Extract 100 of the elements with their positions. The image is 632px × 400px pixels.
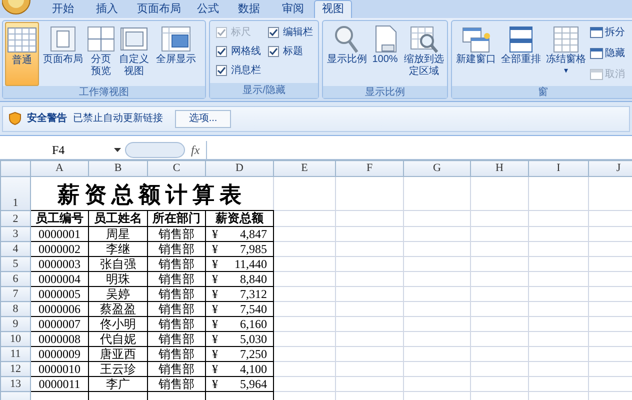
amount-text: 4,100: [240, 362, 267, 376]
column-header[interactable]: J: [588, 160, 632, 176]
caret-icon[interactable]: ▾: [564, 66, 568, 76]
checkmark-icon: [269, 47, 278, 56]
ribbon-button[interactable]: 全屏显示: [153, 22, 199, 86]
magnifier-icon: [408, 24, 440, 54]
row-header[interactable]: 1: [0, 176, 30, 210]
row-header[interactable]: 12: [0, 362, 30, 376]
row-header[interactable]: 4: [0, 242, 30, 256]
name-box[interactable]: F4: [0, 140, 125, 158]
ribbon-tab[interactable]: 公式: [190, 0, 226, 18]
column-header[interactable]: B: [88, 160, 148, 176]
amount-text: 11,440: [234, 258, 267, 270]
column-header[interactable]: D: [206, 160, 274, 176]
column-header[interactable]: H: [470, 160, 528, 176]
table-cell: 0000005: [30, 286, 88, 302]
row-header[interactable]: 13: [0, 376, 30, 392]
ribbon-button[interactable]: 自定义视图: [116, 22, 152, 86]
ribbon-tab[interactable]: 插入: [86, 0, 128, 18]
ribbon-button[interactable]: 100%: [370, 22, 400, 86]
ribbon-button[interactable]: 拆分: [590, 25, 625, 40]
table-cell: 销售部: [148, 332, 206, 346]
currency-sign: ¥: [212, 362, 218, 376]
table-cell: 销售部: [148, 226, 206, 242]
row-header[interactable]: 8: [0, 302, 30, 316]
group-label: 显示比例: [323, 86, 447, 98]
amount-text: 5,964: [240, 378, 267, 390]
currency-sign: ¥: [212, 228, 218, 240]
ribbon-tab[interactable]: 审阅: [272, 0, 314, 18]
table-cell: 佟小明: [88, 316, 148, 332]
row-header[interactable]: 6: [0, 272, 30, 286]
group-label: 窗: [452, 86, 632, 98]
currency-sign: ¥: [212, 318, 218, 330]
checkbox[interactable]: 编辑栏: [268, 25, 320, 40]
column-header[interactable]: I: [528, 160, 588, 176]
amount-text: 4,847: [240, 228, 267, 240]
checkbox[interactable]: 标题: [268, 44, 320, 59]
checkbox[interactable]: 网格线: [216, 44, 268, 59]
amount-text: 5,030: [240, 332, 267, 346]
row-header[interactable]: 10: [0, 332, 30, 346]
row-header[interactable]: 11: [0, 346, 30, 362]
ribbon-button[interactable]: 普通: [5, 22, 39, 86]
window-icon: [590, 27, 603, 38]
select-all-corner[interactable]: [0, 160, 30, 176]
function-button[interactable]: fx: [185, 140, 206, 158]
checkmark-icon: [217, 28, 226, 37]
table-cell: 销售部: [148, 256, 206, 272]
currency-sign: ¥: [212, 242, 218, 256]
currency-sign: ¥: [212, 302, 218, 316]
ribbon-button[interactable]: 显示比例: [325, 22, 369, 86]
ribbon-button[interactable]: 新建窗口: [454, 22, 498, 86]
amount-text: 7,250: [240, 348, 267, 360]
checkmark-icon: [269, 28, 278, 37]
table-cell: 销售部: [148, 242, 206, 256]
table-cell: 销售部: [148, 272, 206, 286]
column-header[interactable]: C: [148, 160, 206, 176]
column-header[interactable]: F: [336, 160, 404, 176]
ribbon-button[interactable]: 分页预览: [87, 22, 115, 86]
table-cell: 0000009: [30, 346, 88, 362]
currency-sign: ¥: [212, 348, 218, 360]
warning-title: 安全警告: [27, 111, 67, 126]
group-label: 工作簿视图: [3, 86, 205, 98]
ribbon-button[interactable]: 冻结窗格 ▾: [544, 22, 588, 86]
table-header-cell: 所在部门: [148, 210, 206, 226]
table-header-cell: 薪资总额: [206, 210, 274, 226]
ribbon-tab[interactable]: 数据: [226, 0, 272, 18]
row-header[interactable]: 2: [0, 210, 30, 226]
sheet-title: 薪资总额计算表: [30, 176, 274, 210]
amount-text: 8,840: [240, 272, 267, 286]
table-cell: 销售部: [148, 376, 206, 392]
ribbon-tab[interactable]: 开始: [40, 0, 86, 18]
dropdown-arrow-icon: [114, 148, 121, 152]
table-cell: 0000011: [30, 376, 88, 392]
checkmark-icon: [217, 47, 226, 56]
amount-text: 7,312: [240, 288, 267, 300]
ribbon-tab[interactable]: 页面布局: [128, 0, 190, 18]
column-header[interactable]: G: [404, 160, 470, 176]
table-cell: 周星: [88, 226, 148, 242]
ribbon-button[interactable]: 隐藏: [590, 46, 625, 61]
row-header[interactable]: 7: [0, 286, 30, 302]
table-header-cell: 员工姓名: [88, 210, 148, 226]
table-cell: 0000006: [30, 302, 88, 316]
table-cell: 销售部: [148, 302, 206, 316]
row-header[interactable]: 9: [0, 316, 30, 332]
table-cell: 0000007: [30, 316, 88, 332]
table-cell: 0000001: [30, 226, 88, 242]
table-cell: 销售部: [148, 362, 206, 376]
page-break-icon: [85, 24, 117, 54]
row-header[interactable]: 5: [0, 256, 30, 272]
ribbon-tab[interactable]: 视图: [314, 0, 352, 18]
checkbox[interactable]: 消息栏: [216, 63, 268, 78]
ribbon-button[interactable]: 缩放到选定区域: [401, 22, 447, 86]
ribbon-button[interactable]: 页面布局: [40, 22, 86, 86]
row-header[interactable]: 3: [0, 226, 30, 242]
options-button[interactable]: 选项...: [175, 110, 231, 128]
table-header-cell: 员工编号: [30, 210, 88, 226]
ribbon-button[interactable]: 全部重排: [499, 22, 543, 86]
column-header[interactable]: E: [274, 160, 336, 176]
column-header[interactable]: A: [30, 160, 88, 176]
table-cell: 李继: [88, 242, 148, 256]
